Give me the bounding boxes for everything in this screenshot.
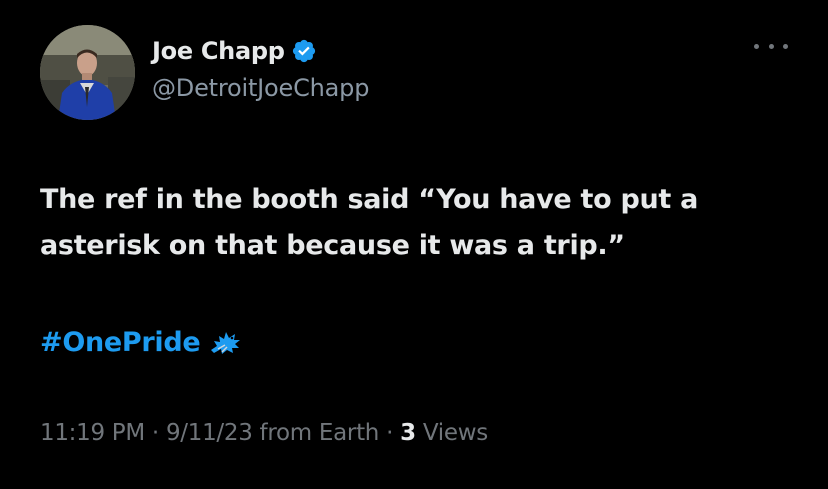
tweet-card: Joe Chapp @DetroitJoeChapp The ref in th… <box>0 0 828 489</box>
author-name-row: Joe Chapp <box>152 33 317 69</box>
author-handle[interactable]: @DetroitJoeChapp <box>152 74 369 102</box>
detroit-lions-icon <box>208 328 242 356</box>
tweet-source: from Earth <box>252 420 380 446</box>
dot-icon <box>783 43 788 49</box>
display-name[interactable]: Joe Chapp <box>152 37 285 65</box>
hashtag-link[interactable]: #OnePride <box>40 327 201 358</box>
tweet-date[interactable]: 9/11/23 <box>166 420 253 446</box>
tweet-text: The ref in the booth said “You have to p… <box>40 177 800 269</box>
views-count[interactable]: 3 <box>400 420 416 446</box>
avatar-photo <box>40 25 135 120</box>
verified-badge-icon <box>291 38 317 64</box>
meta-separator: · <box>379 420 401 446</box>
tweet-text-line: The ref in the booth said “You have to p… <box>40 184 699 215</box>
tweet-meta: 11:19 PM · 9/11/23 from Earth · 3 Views <box>40 420 488 446</box>
more-options-icon[interactable] <box>754 38 788 54</box>
dot-icon <box>768 43 774 49</box>
meta-separator: · <box>144 420 166 446</box>
tweet-time[interactable]: 11:19 PM <box>40 420 145 446</box>
hashtag-row: #OnePride <box>40 320 242 364</box>
dot-icon <box>754 43 759 49</box>
views-label: Views <box>415 420 488 446</box>
avatar[interactable] <box>40 25 135 120</box>
tweet-text-line: asterisk on that because it was a trip.” <box>40 230 625 261</box>
